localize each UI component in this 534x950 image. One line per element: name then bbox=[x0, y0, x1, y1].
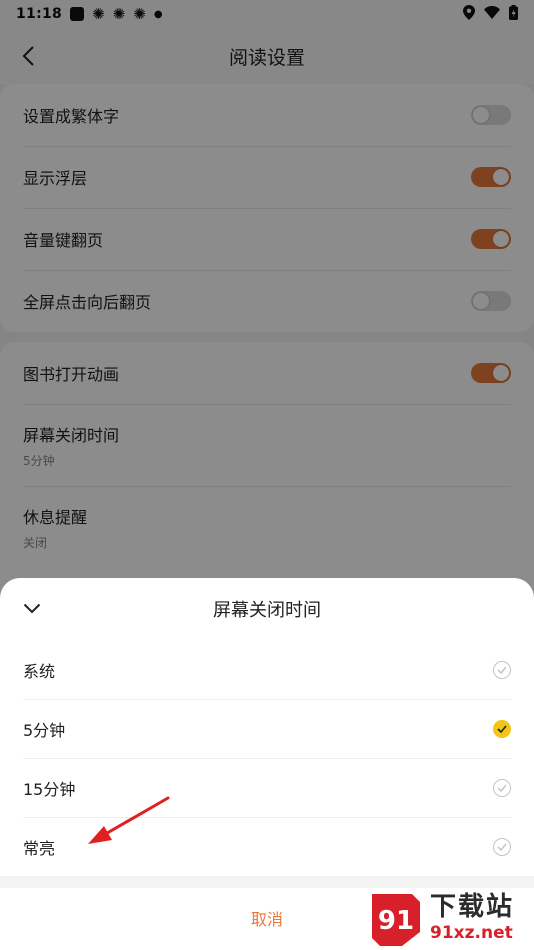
option-5-minutes[interactable]: 5分钟 bbox=[0, 699, 534, 758]
checked-circle-icon[interactable] bbox=[493, 719, 511, 738]
annotation-arrow-icon bbox=[88, 796, 170, 844]
collapse-button[interactable] bbox=[18, 594, 46, 622]
chevron-down-icon bbox=[23, 603, 41, 613]
watermark: 91 下载站 91xz.net bbox=[364, 886, 534, 950]
option-system[interactable]: 系统 bbox=[0, 640, 534, 699]
option-label: 系统 bbox=[23, 661, 56, 681]
unchecked-circle-icon[interactable] bbox=[493, 778, 511, 797]
unchecked-circle-icon[interactable] bbox=[493, 837, 511, 856]
option-label: 5分钟 bbox=[23, 720, 66, 740]
svg-text:91: 91 bbox=[378, 906, 414, 936]
watermark-title: 下载站 bbox=[430, 892, 515, 922]
option-label: 常亮 bbox=[23, 838, 56, 858]
unchecked-circle-icon[interactable] bbox=[493, 660, 511, 679]
watermark-url: 91xz.net bbox=[430, 923, 513, 943]
sheet-header: 屏幕关闭时间 bbox=[0, 578, 534, 640]
site-logo-icon: 91 bbox=[372, 894, 420, 946]
option-label: 15分钟 bbox=[23, 779, 76, 799]
sheet-title: 屏幕关闭时间 bbox=[213, 600, 321, 621]
